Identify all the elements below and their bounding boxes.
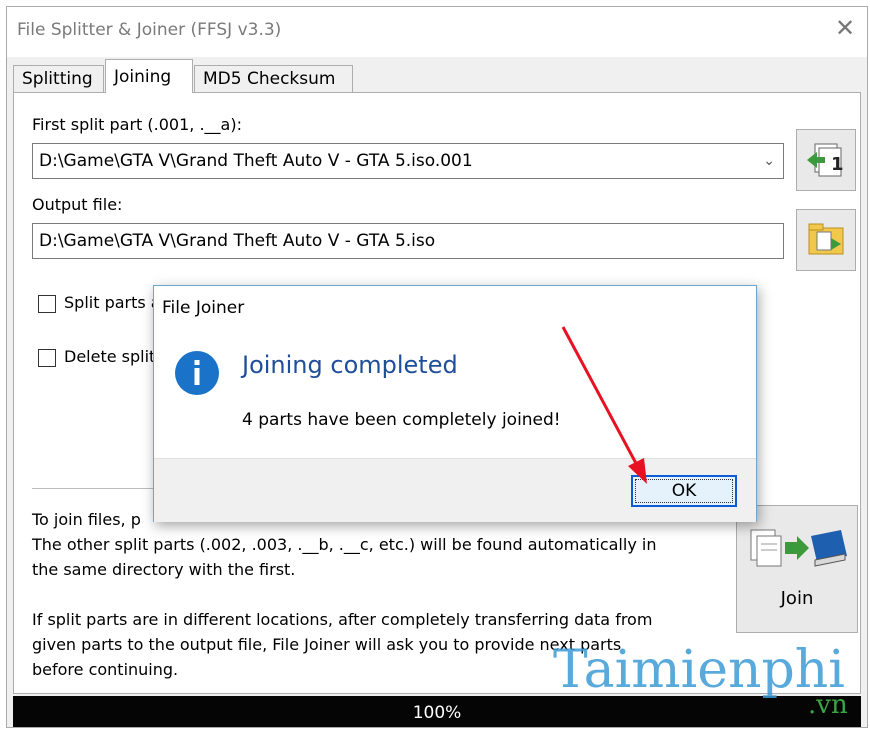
help-line: the same directory with the first. (32, 560, 296, 579)
tab-label: MD5 Checksum (203, 69, 336, 89)
close-icon[interactable]: ✕ (831, 13, 859, 43)
title-bar: File Splitter & Joiner (FFSJ v3.3) ✕ (7, 7, 867, 57)
first-part-label: First split part (.001, .__a): (32, 115, 242, 134)
dialog-message: 4 parts have been completely joined! (242, 410, 561, 430)
output-file-field[interactable]: D:\Game\GTA V\Grand Theft Auto V - GTA 5… (32, 223, 784, 259)
dialog-title: File Joiner (162, 298, 245, 318)
tab-label: Splitting (22, 69, 93, 89)
chevron-down-icon[interactable]: ⌄ (763, 144, 775, 178)
help-line: The other split parts (.002, .003, .__b,… (32, 535, 657, 554)
first-part-value: D:\Game\GTA V\Grand Theft Auto V - GTA 5… (39, 151, 473, 171)
join-button-label: Join (780, 588, 814, 609)
file-joiner-dialog: File Joiner Joining completed 4 parts ha… (153, 285, 757, 522)
progress-bar: 100% (13, 696, 861, 727)
watermark-suffix: .vn (808, 690, 848, 720)
svg-text:1: 1 (831, 154, 844, 175)
help-line (32, 582, 656, 607)
split-parts-checkbox[interactable] (38, 295, 56, 313)
output-file-value: D:\Game\GTA V\Grand Theft Auto V - GTA 5… (39, 231, 436, 251)
split-parts-checkbox-label: Split parts a (64, 293, 161, 312)
delete-split-checkbox-label: Delete split (64, 347, 156, 366)
window-title: File Splitter & Joiner (FFSJ v3.3) (17, 20, 282, 40)
tab-label: Joining (114, 67, 172, 87)
ok-button[interactable]: OK (631, 475, 737, 507)
dialog-footer: OK (154, 458, 756, 522)
focus-rectangle (635, 479, 733, 503)
browse-output-button[interactable] (796, 209, 856, 271)
tab-md5-checksum[interactable]: MD5 Checksum (194, 65, 353, 92)
watermark-logo: Taimienphi (553, 640, 845, 700)
tab-splitting[interactable]: Splitting (13, 65, 104, 92)
join-button[interactable]: Join (736, 505, 858, 633)
tab-joining[interactable]: Joining (105, 59, 193, 93)
split-file-icon: 1 (807, 143, 844, 177)
browse-first-part-button[interactable]: 1 (796, 129, 856, 191)
dialog-heading: Joining completed (242, 351, 458, 379)
first-part-combobox[interactable]: D:\Game\GTA V\Grand Theft Auto V - GTA 5… (32, 143, 784, 179)
info-icon (175, 351, 219, 395)
progress-text: 100% (412, 703, 462, 723)
output-file-label: Output file: (32, 195, 123, 214)
help-line: If split parts are in different location… (32, 610, 653, 629)
folder-icon (808, 223, 844, 255)
delete-split-checkbox[interactable] (38, 349, 56, 367)
